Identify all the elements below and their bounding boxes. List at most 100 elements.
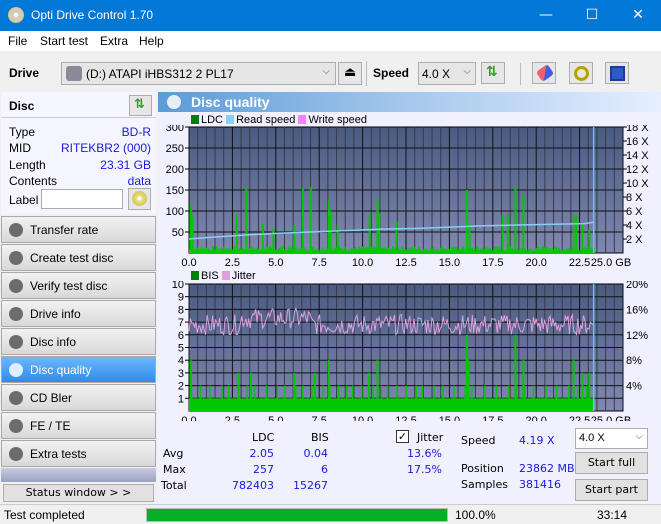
gears-icon [574,66,589,81]
cd-bler-icon [9,391,23,405]
y2-tick-label: 12 X [626,164,649,176]
y2-tick-label: 16% [626,304,648,316]
verify-disc-icon [9,279,23,293]
bis-bar [421,385,424,411]
menu-bar: File Start test Extra Help [0,31,661,51]
position-label: Position [461,462,504,475]
x-tick-label: 12.5 [395,415,416,421]
save-button[interactable] [605,62,629,84]
speed-select-value: 4.0 X [422,67,451,81]
total-ldc: 782403 [232,479,274,492]
nav-verify-test-disc[interactable]: Verify test disc [1,272,156,299]
bis-bar [283,385,286,411]
jitter-checkbox[interactable]: ✓ [396,430,409,443]
disc-label-input[interactable] [41,189,123,209]
nav-filler [1,468,156,482]
bis-spike [327,360,330,411]
nav-disc-info[interactable]: Disc info [1,328,156,355]
refresh-arrows-icon: ⇅ [486,64,498,80]
nav-label: Transfer rate [30,223,99,237]
refresh-button[interactable]: ⇅ [481,62,505,84]
minimize-button[interactable]: — [523,0,569,31]
nav-cd-bler[interactable]: CD Bler [1,384,156,411]
start-part-button[interactable]: Start part [575,479,648,501]
drive-select[interactable]: (D:) ATAPI iHBS312 2 PL17 ⌵ [61,62,336,85]
col-jitter-header: Jitter [417,431,444,444]
y2-tick-label: 16 X [626,136,649,148]
y2-tick-label: 8% [626,355,642,367]
bis-bar [483,385,486,411]
bis-bar [585,385,588,411]
ldc-spike [191,215,194,253]
bis-bar [471,385,473,411]
nav-fe-te[interactable]: FE / TE [1,412,156,439]
y2-tick-label: 18 X [626,125,649,134]
bis-spike [376,360,379,411]
eject-button[interactable]: ⏏ [338,62,362,85]
menu-start-test[interactable]: Start test [40,34,88,48]
y-tick-label: 4 [178,355,184,367]
x-tick-label: 2.5 [225,257,240,269]
x-tick-label: 17.5 [482,415,503,421]
bis-spike [514,334,517,411]
close-button[interactable]: ✕ [615,0,661,31]
y-tick-label: 100 [166,206,184,218]
panel-title-bar: Disc quality [158,92,661,112]
menu-help[interactable]: Help [139,34,164,48]
disc-length-key: Length [9,158,46,172]
disc-info-icon [9,335,23,349]
nav-label: Drive info [30,307,81,321]
disc-refresh-button[interactable]: ⇅ [129,95,152,116]
x-tick-label: 15.0 [439,257,460,269]
status-text: Test completed [4,508,85,522]
ldc-spike [501,215,504,253]
progress-bar [146,508,448,522]
bis-chart: 12345678910 4% 8% 12% 16% 20% 0.0 2.5 5.0 7.5 10.0… [172,281,648,421]
bis-bar [246,385,249,411]
status-bar: Test completed 100.0% 33:14 [0,504,661,524]
ldc-spike [368,213,371,253]
chevron-down-icon: ⌵ [635,431,643,442]
disc-label-button[interactable] [128,188,151,210]
col-bis-header: BIS [311,431,329,444]
y2-tick-label: 4% [626,381,642,393]
settings-button[interactable] [569,62,593,84]
y-tick-label: 50 [172,227,184,239]
x-tick-label: 2.5 [225,415,240,421]
erase-button[interactable] [532,62,556,84]
progress-fill [147,509,447,521]
ldc-spike [329,211,332,253]
status-window-button[interactable]: Status window > > [3,484,154,502]
y-tick-label: 6 [178,330,184,342]
nav-disc-quality[interactable]: Disc quality [1,356,156,383]
bis-spike [293,372,296,411]
ldc-spike [301,187,304,253]
test-speed-select[interactable]: 4.0 X ⌵ [575,428,648,449]
chevron-down-icon: ⌵ [463,66,471,77]
nav-drive-info[interactable]: Drive info [1,300,156,327]
test-speed-value: 4.0 X [579,432,605,444]
y-tick-label: 5 [178,343,184,355]
ldc-spike [581,224,584,253]
bis-bar [568,385,570,411]
nav-create-test-disc[interactable]: Create test disc [1,244,156,271]
start-full-button[interactable]: Start full [575,452,648,474]
avg-ldc: 2.05 [249,447,275,460]
y-tick-label: 250 [166,143,184,155]
eraser-icon [535,64,555,82]
y2-tick-label: 4 X [626,220,643,232]
maximize-button[interactable]: ☐ [569,0,615,31]
nav-transfer-rate[interactable]: Transfer rate [1,216,156,243]
nav-label: CD Bler [30,391,73,405]
speed-select[interactable]: 4.0 X ⌵ [418,62,476,85]
bis-spike [522,360,525,411]
toolbar: Drive (D:) ATAPI iHBS312 2 PL17 ⌵ ⏏ Spee… [0,51,661,91]
menu-file[interactable]: File [8,34,27,48]
menu-extra[interactable]: Extra [100,34,128,48]
disc-header-title: Disc [9,99,35,113]
nav-extra-tests[interactable]: Extra tests [1,440,156,467]
avg-jitter: 13.6% [407,447,442,460]
ldc-spike [514,187,517,253]
disc-panel-header: Disc ⇅ [1,92,156,118]
disc-info-panel: Type BD-R MID RITEKBR2 (000) Length 23.3… [1,118,156,214]
